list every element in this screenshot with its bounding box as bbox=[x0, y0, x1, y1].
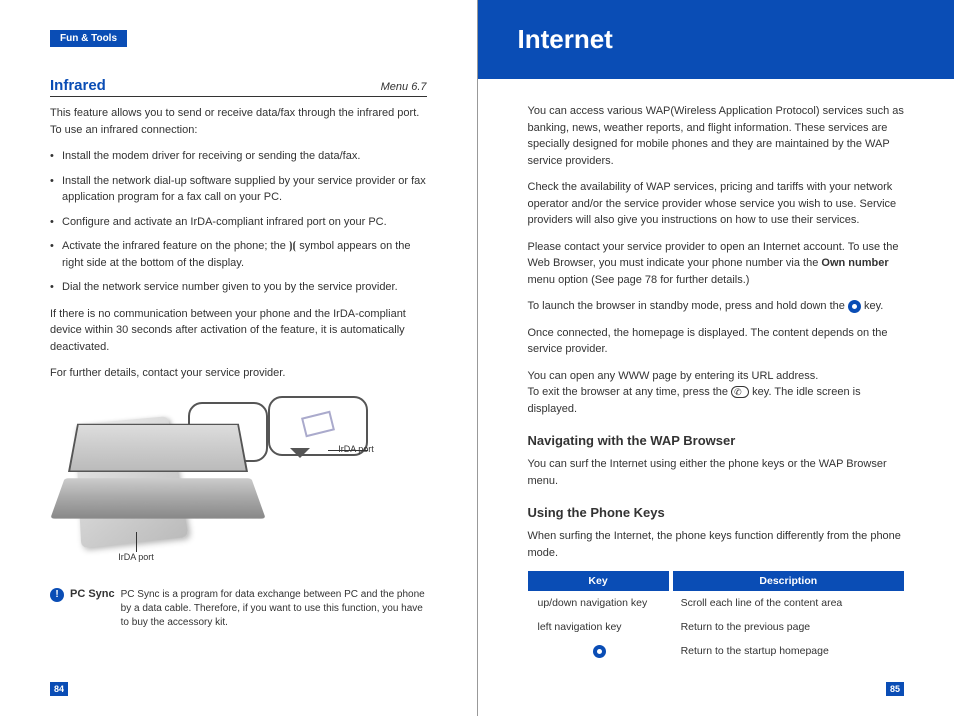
table-row: left navigation key Return to the previo… bbox=[528, 615, 905, 639]
right-page: Internet You can access various WAP(Wire… bbox=[478, 0, 954, 716]
section-title: Infrared bbox=[50, 77, 106, 94]
own-number-label: Own number bbox=[821, 257, 888, 269]
pcsync-note: ! PC Sync PC Sync is a program for data … bbox=[50, 588, 427, 630]
ok-key-icon bbox=[593, 645, 606, 658]
cell-desc: Return to the previous page bbox=[671, 615, 904, 639]
menu-reference: Menu 6.7 bbox=[381, 81, 427, 93]
info-icon: ! bbox=[50, 588, 64, 602]
text-run: menu option (See page 78 for further det… bbox=[528, 274, 750, 286]
ok-key-icon bbox=[848, 300, 861, 313]
text-run: To launch the browser in standby mode, p… bbox=[528, 300, 848, 312]
end-key-icon bbox=[731, 386, 749, 398]
cell-key bbox=[528, 639, 671, 664]
pcsync-text: PC Sync is a program for data exchange b… bbox=[121, 588, 427, 630]
body-paragraph: You can surf the Internet using either t… bbox=[528, 456, 905, 489]
pcsync-title: PC Sync bbox=[70, 588, 115, 600]
body-paragraph: Please contact your service provider to … bbox=[528, 239, 905, 289]
note-paragraph: If there is no communication between you… bbox=[50, 306, 427, 356]
irda-figure: ››› IrDA port IrDA port bbox=[58, 402, 418, 572]
left-page: Fun & Tools Infrared Menu 6.7 This featu… bbox=[0, 0, 477, 716]
key-table: Key Description up/down navigation key S… bbox=[528, 571, 905, 664]
col-description: Description bbox=[671, 571, 904, 591]
page-number: 84 bbox=[50, 682, 68, 696]
body-paragraph: To launch the browser in standby mode, p… bbox=[528, 298, 905, 315]
text-run: key. bbox=[861, 300, 883, 312]
body-paragraph: You can access various WAP(Wireless Appl… bbox=[528, 103, 905, 169]
figure-label: IrDA port bbox=[118, 552, 154, 562]
figure-label: IrDA port bbox=[338, 444, 374, 454]
list-item: Dial the network service number given to… bbox=[50, 279, 427, 296]
bullet-list: Install the modem driver for receiving o… bbox=[50, 148, 427, 296]
table-row: Return to the startup homepage bbox=[528, 639, 905, 664]
list-item: Install the network dial-up software sup… bbox=[50, 173, 427, 206]
cell-desc: Return to the startup homepage bbox=[671, 639, 904, 664]
table-row: up/down navigation key Scroll each line … bbox=[528, 591, 905, 615]
intro-paragraph: This feature allows you to send or recei… bbox=[50, 105, 427, 138]
table-header-row: Key Description bbox=[528, 571, 905, 591]
text-run: To exit the browser at any time, press t… bbox=[528, 386, 732, 398]
body-paragraph: When surfing the Internet, the phone key… bbox=[528, 528, 905, 561]
chapter-title: Internet bbox=[518, 24, 915, 55]
list-item: Activate the infrared feature on the pho… bbox=[50, 238, 427, 271]
body-paragraph: Once connected, the homepage is displaye… bbox=[528, 325, 905, 358]
list-item: Install the modem driver for receiving o… bbox=[50, 148, 427, 165]
section-header: Infrared Menu 6.7 bbox=[50, 77, 427, 97]
cell-key: left navigation key bbox=[528, 615, 671, 639]
section-tab: Fun & Tools bbox=[50, 30, 127, 47]
body-paragraph: You can open any WWW page by entering it… bbox=[528, 368, 905, 418]
cell-key: up/down navigation key bbox=[528, 591, 671, 615]
subheading: Navigating with the WAP Browser bbox=[528, 433, 905, 448]
note-paragraph: For further details, contact your servic… bbox=[50, 365, 427, 382]
list-item: Configure and activate an IrDA-compliant… bbox=[50, 214, 427, 231]
subheading: Using the Phone Keys bbox=[528, 505, 905, 520]
text-run: You can open any WWW page by entering it… bbox=[528, 370, 819, 382]
page-spread: Fun & Tools Infrared Menu 6.7 This featu… bbox=[0, 0, 954, 716]
cell-desc: Scroll each line of the content area bbox=[671, 591, 904, 615]
page-number: 85 bbox=[886, 682, 904, 696]
col-key: Key bbox=[528, 571, 671, 591]
chapter-header: Internet bbox=[478, 0, 954, 79]
body-paragraph: Check the availability of WAP services, … bbox=[528, 179, 905, 229]
